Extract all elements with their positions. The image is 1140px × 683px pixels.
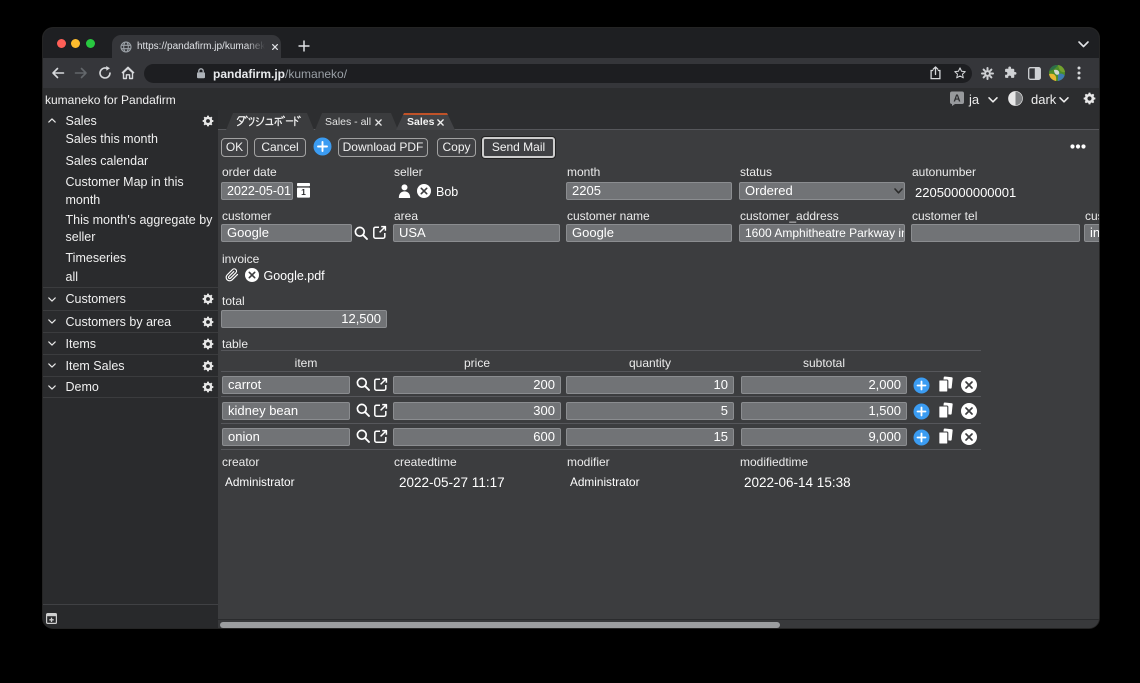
svg-text:A: A xyxy=(953,94,960,105)
svg-text:1: 1 xyxy=(301,187,306,197)
